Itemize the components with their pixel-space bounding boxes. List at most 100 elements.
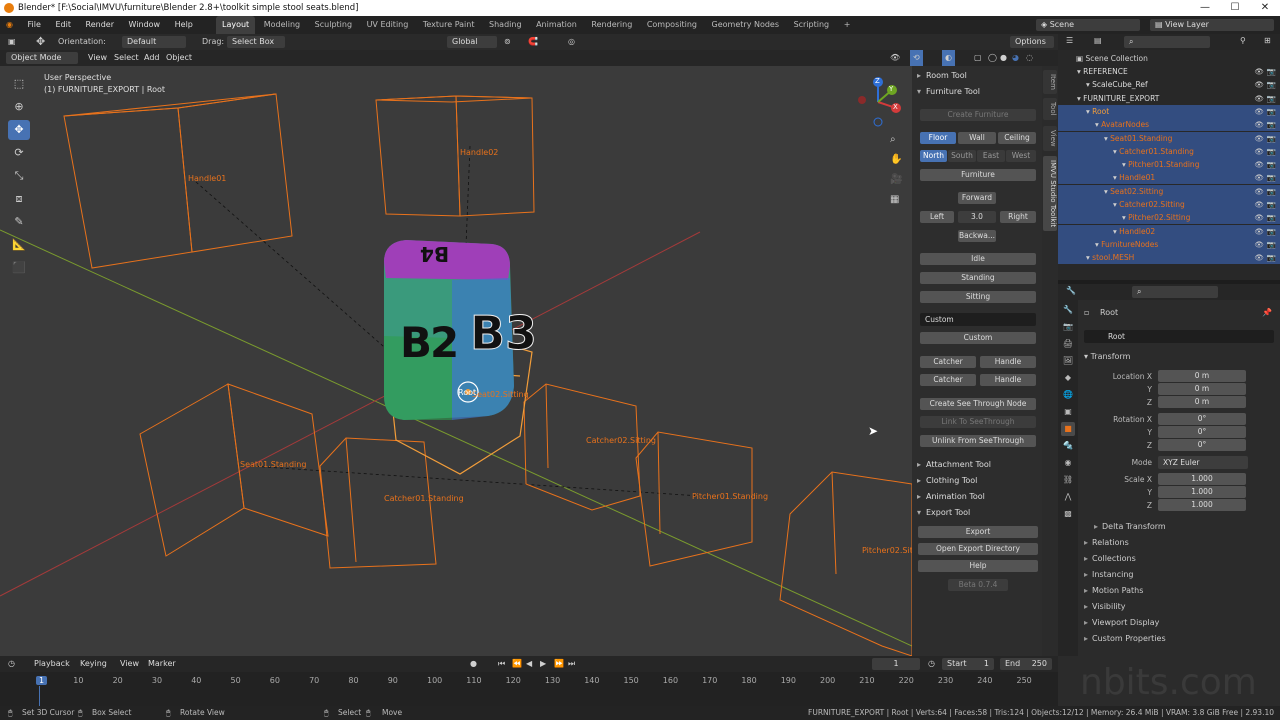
link-see-through-button[interactable]: Link To SeeThrough <box>920 416 1036 428</box>
grid-icon[interactable]: ▦ <box>890 190 904 210</box>
outliner-row[interactable]: ▾ FurnitureNodes 👁 📷 <box>1058 237 1280 251</box>
cursor-tool-icon[interactable]: ⊕ <box>8 97 30 117</box>
left-button[interactable]: Left <box>920 211 954 223</box>
tab-geometry-nodes[interactable]: Geometry Nodes <box>706 16 785 34</box>
property-section[interactable]: Visibility <box>1084 602 1126 611</box>
zoom-icon[interactable]: ⌕ <box>890 130 904 150</box>
outliner-row[interactable]: ▾ Catcher01.Standing 👁 📷 <box>1058 144 1280 158</box>
tool-icon[interactable]: ▣ <box>8 34 16 50</box>
tab-imvu-studio-toolkit[interactable]: IMVU Studio Toolkit <box>1043 156 1057 232</box>
export-tool-header[interactable]: Export Tool <box>912 506 1042 520</box>
tab-item[interactable]: Item <box>1043 70 1057 94</box>
help-button[interactable]: Help <box>918 560 1038 572</box>
tab-texture-paint[interactable]: Texture Paint <box>417 16 481 34</box>
visibility-eye-icon[interactable]: 👁 <box>1254 211 1264 224</box>
blender-menu-icon[interactable]: ◉ <box>0 16 19 34</box>
tab-modeling[interactable]: Modeling <box>258 16 306 34</box>
tab-scripting[interactable]: Scripting <box>788 16 836 34</box>
north-button[interactable]: North <box>920 150 947 162</box>
options-dropdown[interactable]: Options <box>1010 36 1054 48</box>
tab-layout[interactable]: Layout <box>215 16 256 34</box>
scale-z-field[interactable]: 1.000 <box>1158 499 1246 511</box>
render-camera-icon[interactable]: 📷 <box>1267 118 1276 131</box>
play-icon[interactable]: ▶ <box>540 656 546 672</box>
outliner-row[interactable]: ▾ Pitcher01.Standing 👁 📷 <box>1058 158 1280 172</box>
outliner-row[interactable]: ▾ AvatarNodes 👁 📷 <box>1058 118 1280 132</box>
menu-file[interactable]: File <box>22 16 47 34</box>
render-camera-icon[interactable]: 📷 <box>1267 145 1276 158</box>
render-camera-icon[interactable]: 📷 <box>1267 238 1276 251</box>
pan-icon[interactable]: ✋ <box>890 150 904 170</box>
outliner-row[interactable]: ▾ Handle01 👁 📷 <box>1058 171 1280 185</box>
add-workspace-button[interactable]: + <box>838 16 857 34</box>
render-camera-icon[interactable]: 📷 <box>1267 158 1276 171</box>
tab-shading[interactable]: Shading <box>483 16 528 34</box>
scene-selector[interactable]: ◈ Scene <box>1036 19 1140 31</box>
right-button[interactable]: Right <box>1000 211 1036 223</box>
menu-window[interactable]: Window <box>123 16 167 34</box>
handle-button-1[interactable]: Handle <box>980 356 1036 368</box>
property-section[interactable]: Relations <box>1084 538 1129 547</box>
pin-icon[interactable]: 📌 <box>1262 308 1272 317</box>
tab-compositing[interactable]: Compositing <box>641 16 703 34</box>
scale-tool-icon[interactable]: ⤡ <box>8 166 30 186</box>
playhead[interactable] <box>39 686 40 706</box>
object-name-field[interactable]: Root <box>1084 330 1274 343</box>
visibility-eye-icon[interactable]: 👁 <box>1254 118 1264 131</box>
timeline-menu-marker[interactable]: Marker <box>142 656 182 672</box>
standing-button[interactable]: Standing <box>920 272 1036 284</box>
visibility-eye-icon[interactable]: 👁 <box>1254 145 1264 158</box>
camera-icon[interactable]: 🎥 <box>890 170 904 190</box>
tab-uv-editing[interactable]: UV Editing <box>361 16 415 34</box>
xray-icon[interactable]: ▢ <box>974 50 982 66</box>
property-section[interactable]: Motion Paths <box>1084 586 1143 595</box>
west-button[interactable]: West <box>1006 150 1036 162</box>
proportional-edit-icon[interactable]: ◎ <box>568 34 575 50</box>
south-button[interactable]: South <box>948 150 976 162</box>
clothing-tool-header[interactable]: Clothing Tool <box>912 474 1042 488</box>
tab-tool[interactable]: Tool <box>1043 98 1057 120</box>
visibility-eye-icon[interactable]: 👁 <box>1254 171 1264 184</box>
create-see-through-button[interactable]: Create See Through Node <box>920 398 1036 410</box>
rotation-x-field[interactable]: 0° <box>1158 413 1246 425</box>
tool-properties-icon[interactable]: 🔧 <box>1061 303 1075 317</box>
render-camera-icon[interactable]: 📷 <box>1267 198 1276 211</box>
view-layer-selector[interactable]: ▤ View Layer <box>1150 19 1274 31</box>
outliner-row[interactable]: ▾ ScaleCube_Ref 👁 📷 <box>1058 78 1280 91</box>
handle-button-2[interactable]: Handle <box>980 374 1036 386</box>
measure-tool-icon[interactable]: 📐 <box>8 235 30 255</box>
next-keyframe-icon[interactable]: ⏩ <box>554 656 564 672</box>
current-frame-field[interactable]: 1 <box>872 658 920 670</box>
render-camera-icon[interactable]: 📷 <box>1267 105 1276 118</box>
outliner-search-input[interactable]: ⌕ <box>1124 36 1210 48</box>
sitting-button[interactable]: Sitting <box>920 291 1036 303</box>
render-camera-icon[interactable]: 📷 <box>1267 65 1276 78</box>
new-collection-icon[interactable]: ⊞ <box>1264 36 1271 45</box>
tab-sculpting[interactable]: Sculpting <box>309 16 358 34</box>
render-properties-icon[interactable]: 📷 <box>1061 320 1075 334</box>
step-field[interactable]: 3.0 <box>958 211 996 223</box>
outliner-row[interactable]: ▾ Root 👁 📷 <box>1058 104 1280 118</box>
visibility-eye-icon[interactable]: 👁 <box>1254 132 1264 145</box>
rotation-y-field[interactable]: 0° <box>1158 426 1246 438</box>
jump-end-icon[interactable]: ⏭ <box>568 656 575 672</box>
scale-y-field[interactable]: 1.000 <box>1158 486 1246 498</box>
shading-rendered-icon[interactable]: ◌ <box>1026 50 1033 66</box>
property-section[interactable]: Custom Properties <box>1084 634 1166 643</box>
visibility-eye-icon[interactable]: 👁 <box>1254 251 1264 264</box>
start-frame-field[interactable]: Start 1 <box>942 658 994 670</box>
select-box-tool-icon[interactable]: ⬚ <box>8 74 30 94</box>
prev-keyframe-icon[interactable]: ⏪ <box>512 656 522 672</box>
move-tool-button[interactable]: ✥ <box>8 120 30 140</box>
room-tool-header[interactable]: Room Tool <box>912 69 1042 83</box>
jump-start-icon[interactable]: ⏮ <box>498 656 505 672</box>
render-camera-icon[interactable]: 📷 <box>1267 132 1276 145</box>
outliner-row[interactable]: ▾ Pitcher02.Sitting 👁 📷 <box>1058 211 1280 225</box>
drag-dropdown[interactable]: Select Box <box>227 36 285 48</box>
render-camera-icon[interactable]: 📷 <box>1267 225 1276 238</box>
catcher-button-1[interactable]: Catcher <box>920 356 976 368</box>
record-icon[interactable]: ● <box>470 656 477 672</box>
ceiling-button[interactable]: Ceiling <box>998 132 1036 144</box>
render-camera-icon[interactable]: 📷 <box>1267 92 1276 105</box>
catcher-button-2[interactable]: Catcher <box>920 374 976 386</box>
